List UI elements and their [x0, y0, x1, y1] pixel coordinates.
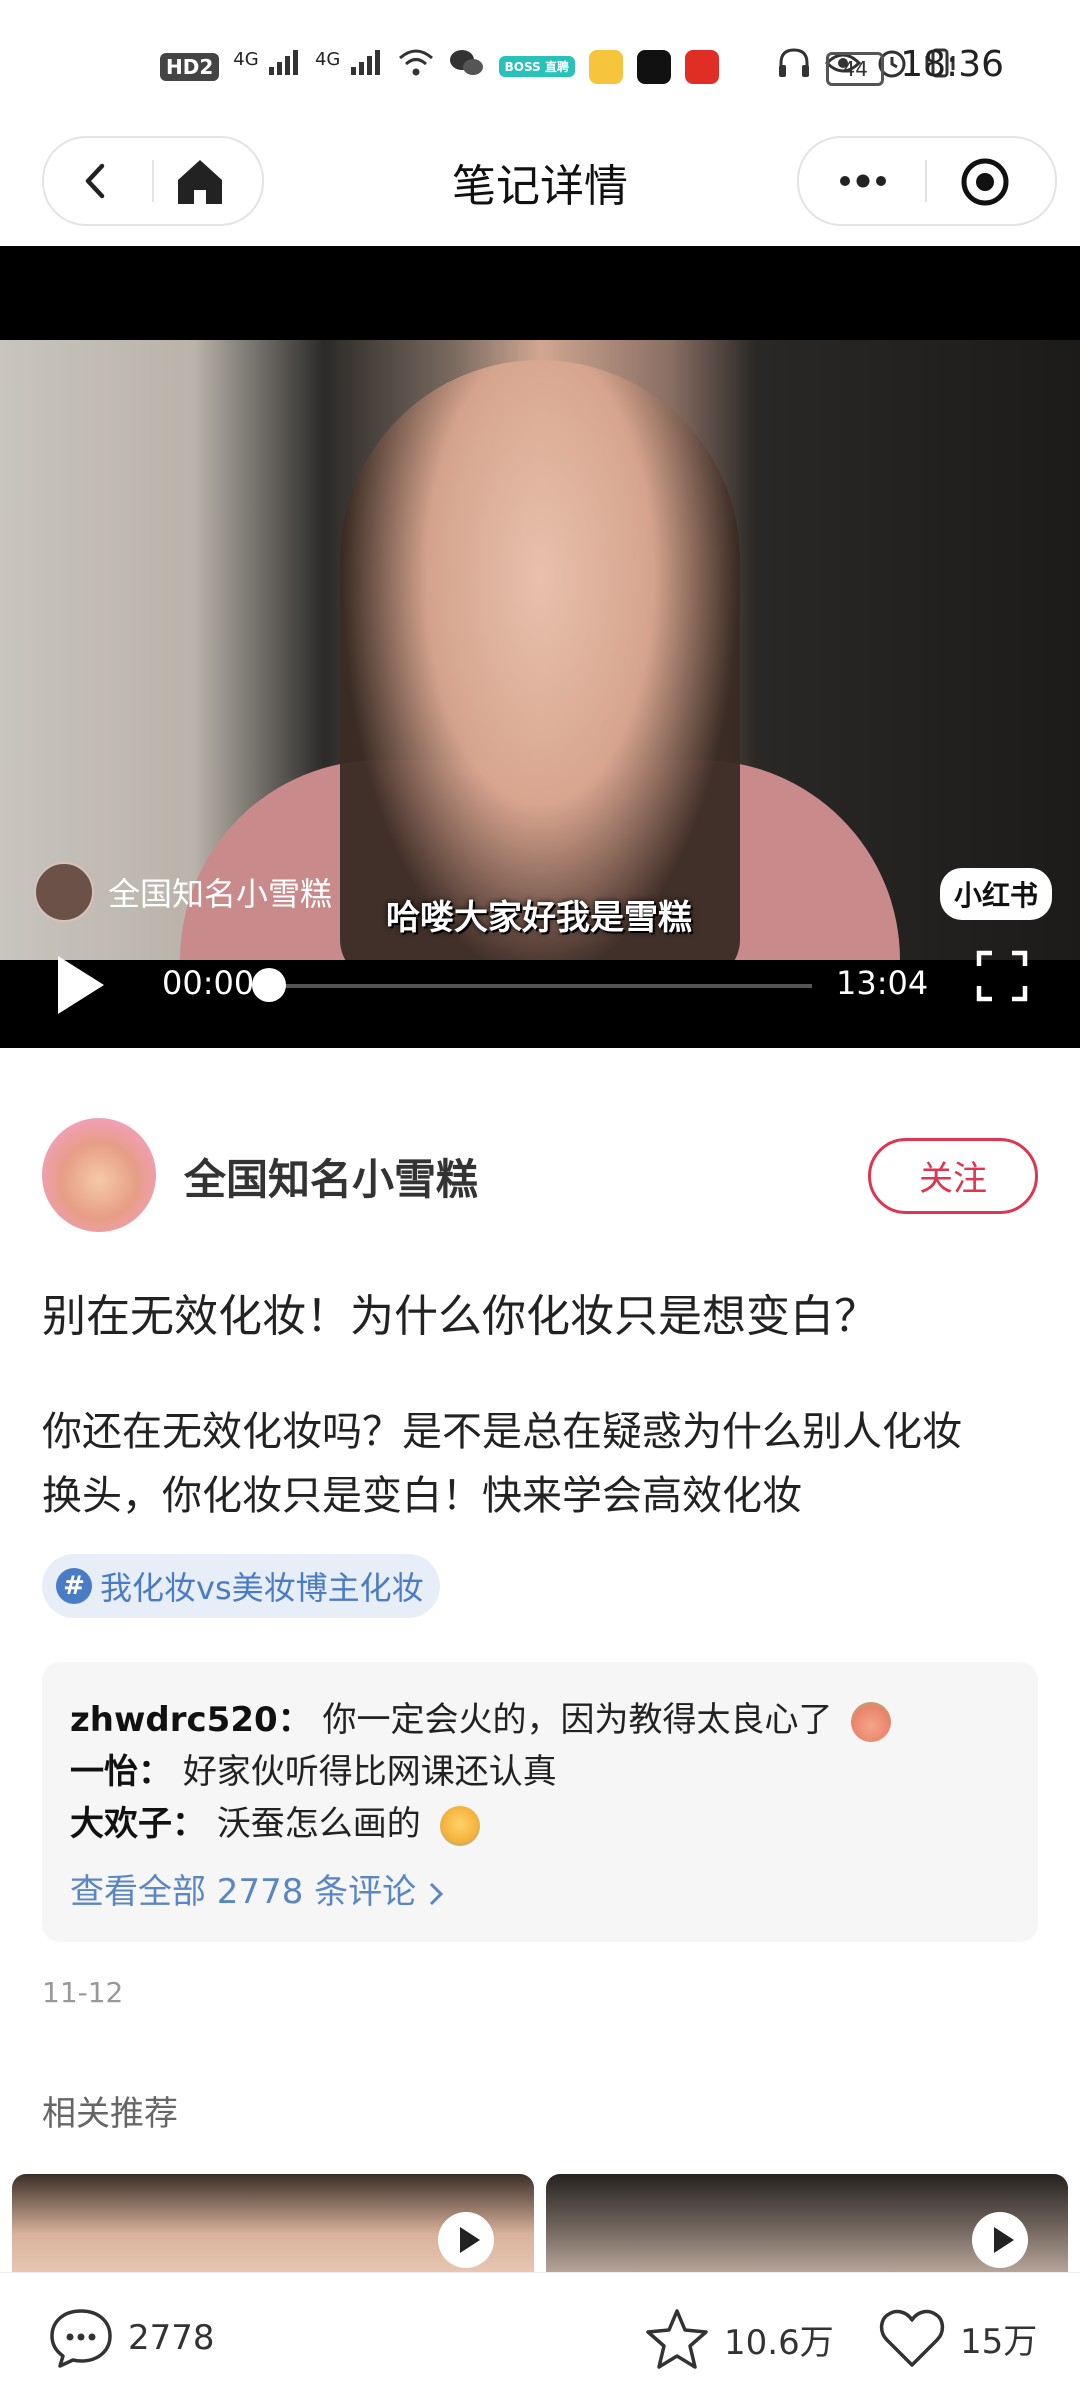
status-time: 18:36	[900, 44, 1004, 85]
favorite-count: 10.6万	[724, 2322, 834, 2363]
wechat-icon	[449, 48, 485, 85]
current-time: 00:00	[162, 964, 255, 1002]
comment-text: 好家伙听得比网课还认真	[182, 1752, 557, 1792]
nav-right-capsule	[797, 136, 1057, 226]
video-author-name: 全国知名小雪糕	[108, 875, 333, 913]
like-action[interactable]: 15万	[878, 2307, 1037, 2369]
related-section-title: 相关推荐	[42, 2094, 178, 2134]
follow-button[interactable]: 关注	[868, 1138, 1038, 1214]
more-dots-icon	[840, 174, 886, 188]
comment-action[interactable]: 2778	[48, 2307, 215, 2369]
nav-divider-right	[925, 160, 927, 202]
cell-signal-icon-2: 4G	[315, 49, 383, 84]
close-miniprogram-button[interactable]	[959, 156, 1011, 208]
status-bar: HD2 4G 4G BOSS 直聘 44 18:36	[0, 0, 1080, 130]
video-controls: 00:00 13:04	[0, 950, 1080, 1048]
total-time: 13:04	[836, 964, 929, 1002]
battery-icon: 44	[826, 52, 885, 86]
cell-signal-icon: 4G	[233, 49, 301, 84]
like-count: 15万	[960, 2321, 1038, 2362]
hd-signal-icon: HD2	[160, 52, 220, 81]
comment-item: 大欢子： 沃蚕怎么画的	[70, 1796, 480, 1846]
play-icon	[58, 956, 104, 1014]
comments-preview[interactable]: zhwdrc520： 你一定会火的，因为教得太良心了 一怡： 好家伙听得比网课还…	[42, 1662, 1038, 1942]
weibo-icon	[588, 49, 623, 84]
progress-track[interactable]	[266, 984, 812, 988]
comment-count: 2778	[128, 2318, 215, 2358]
related-card[interactable]	[12, 2174, 534, 2274]
comment-item: 一怡： 好家伙听得比网课还认真	[70, 1744, 557, 1793]
boss-app-icon: BOSS 直聘	[498, 56, 575, 77]
comment-user: 一怡：	[70, 1752, 172, 1792]
status-time-group: 44 18:36	[826, 44, 1004, 86]
bottom-action-bar: 2778 10.6万 15万	[0, 2272, 1080, 2401]
comment-bubble-icon	[50, 2309, 112, 2368]
star-icon	[646, 2309, 708, 2369]
note-date: 11-12	[42, 1976, 124, 2009]
peach-emoji-icon	[851, 1701, 892, 1742]
hashtag-icon: #	[56, 1568, 92, 1604]
favorite-action[interactable]: 10.6万	[644, 2307, 834, 2371]
comment-user: zhwdrc520：	[70, 1700, 312, 1740]
progress-thumb[interactable]	[252, 968, 286, 1002]
wifi-icon	[397, 48, 435, 85]
note-title: 别在无效化妆！为什么你化妆只是想变白？	[42, 1291, 878, 1342]
video-author-avatar	[34, 862, 94, 922]
author-avatar[interactable]	[42, 1118, 156, 1232]
fullscreen-button[interactable]	[976, 950, 1028, 1002]
comment-item: zhwdrc520： 你一定会火的，因为教得太良心了	[70, 1692, 892, 1742]
more-button[interactable]	[833, 160, 893, 202]
video-play-badge-icon	[438, 2212, 494, 2268]
comment-text: 你一定会火的，因为教得太良心了	[322, 1700, 833, 1740]
view-all-comments-label: 查看全部 2778 条评论	[70, 1872, 417, 1912]
heart-icon	[879, 2309, 945, 2367]
chevron-right-icon	[429, 1882, 444, 1905]
note-body-line: 换头，你化妆只是变白！快来学会高效化妆	[42, 1473, 802, 1519]
tiktok-icon	[636, 49, 671, 84]
crying-emoji-icon	[439, 1805, 480, 1846]
note-body: 你还在无效化妆吗？是不是总在疑惑为什么别人化妆 换头，你化妆只是变白！快来学会高…	[42, 1400, 1042, 1528]
record-target-icon	[961, 158, 1009, 206]
video-subtitle: 哈喽大家好我是雪糕	[386, 898, 692, 938]
author-name[interactable]: 全国知名小雪糕	[184, 1146, 478, 1207]
play-button[interactable]	[52, 950, 112, 1020]
video-author-overlay: 全国知名小雪糕	[34, 862, 332, 922]
fullscreen-icon	[976, 950, 1028, 1002]
related-card[interactable]	[546, 2174, 1068, 2274]
video-play-badge-icon	[972, 2212, 1028, 2268]
pinduoduo-icon	[684, 49, 719, 84]
video-person-shape	[340, 360, 740, 960]
xiaohongshu-watermark: 小红书	[940, 868, 1053, 920]
view-all-comments-link[interactable]: 查看全部 2778 条评论	[70, 1864, 445, 1913]
headphones-icon	[777, 47, 811, 86]
comment-text: 沃蚕怎么画的	[216, 1804, 421, 1844]
topic-tag[interactable]: # 我化妆vs美妆博主化妆	[42, 1554, 440, 1618]
topic-tag-label: 我化妆vs美妆博主化妆	[100, 1569, 424, 1607]
comment-user: 大欢子：	[70, 1804, 206, 1844]
note-body-line: 你还在无效化妆吗？是不是总在疑惑为什么别人化妆	[42, 1409, 962, 1455]
